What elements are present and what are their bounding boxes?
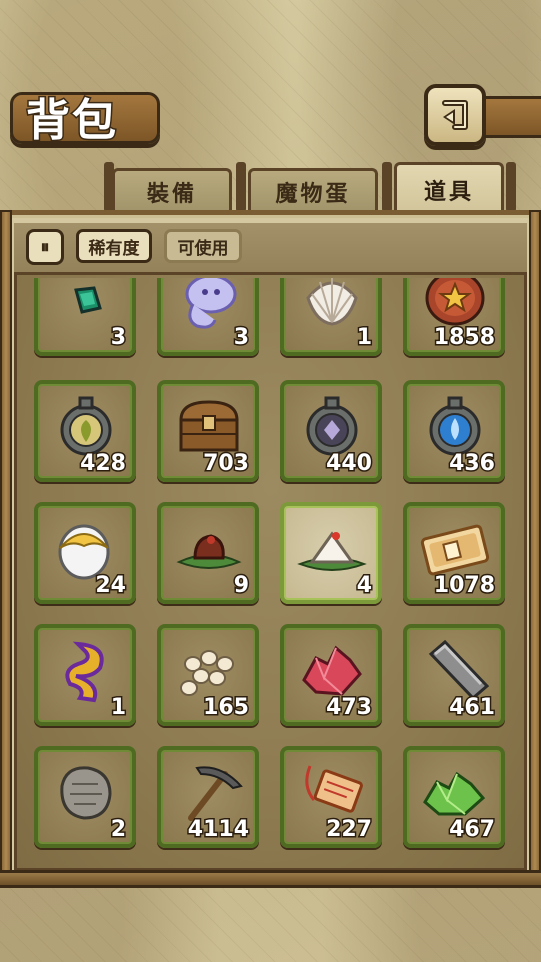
filter-rarity-button[interactable]: 稀有度 xyxy=(76,229,152,263)
item-slot[interactable]: 461 xyxy=(403,624,505,726)
tab-post xyxy=(506,162,516,212)
item-slot[interactable]: 703 xyxy=(157,380,259,482)
tab-post xyxy=(236,162,246,212)
item-slot[interactable]: 440 xyxy=(280,380,382,482)
item-slot[interactable]: 3 xyxy=(157,278,259,356)
panel-bottom-bar xyxy=(0,870,541,888)
sort-order-button[interactable]: ⏸ xyxy=(26,229,64,265)
back-button-strip xyxy=(484,96,541,138)
tab-post xyxy=(382,162,392,212)
tab-equipment[interactable]: 裝備 xyxy=(112,168,232,212)
return-arrow-icon xyxy=(442,100,468,130)
item-slot[interactable]: 473 xyxy=(280,624,382,726)
item-slot[interactable]: 227 xyxy=(280,746,382,848)
item-slot[interactable]: 467 xyxy=(403,746,505,848)
item-slot[interactable]: 9 xyxy=(157,502,259,604)
tab-monster-eggs[interactable]: 魔物蛋 xyxy=(248,168,378,212)
item-slot[interactable]: 4114 xyxy=(157,746,259,848)
panel-right-post xyxy=(529,210,541,882)
item-slot[interactable]: 1078 xyxy=(403,502,505,604)
filter-usable-button[interactable]: 可使用 xyxy=(164,229,242,263)
panel-left-post xyxy=(0,210,12,882)
item-slot[interactable]: 1858 xyxy=(403,278,505,356)
item-slot[interactable]: 436 xyxy=(403,380,505,482)
item-slot[interactable]: 165 xyxy=(157,624,259,726)
item-slot[interactable]: 1 xyxy=(280,278,382,356)
item-slot[interactable]: 428 xyxy=(34,380,136,482)
item-slot[interactable]: 2 xyxy=(34,746,136,848)
page-title: 背包 xyxy=(25,94,118,148)
tab-items[interactable]: 道具 xyxy=(394,162,504,214)
item-grid: 3 3 1 1858 428 703 440 436 24 9 4 1078 1… xyxy=(17,278,524,868)
item-slot-selected[interactable]: 4 xyxy=(280,502,382,604)
back-button[interactable] xyxy=(424,84,486,146)
item-slot[interactable]: 24 xyxy=(34,502,136,604)
item-slot[interactable]: 1 xyxy=(34,624,136,726)
item-slot[interactable]: 3 xyxy=(34,278,136,356)
